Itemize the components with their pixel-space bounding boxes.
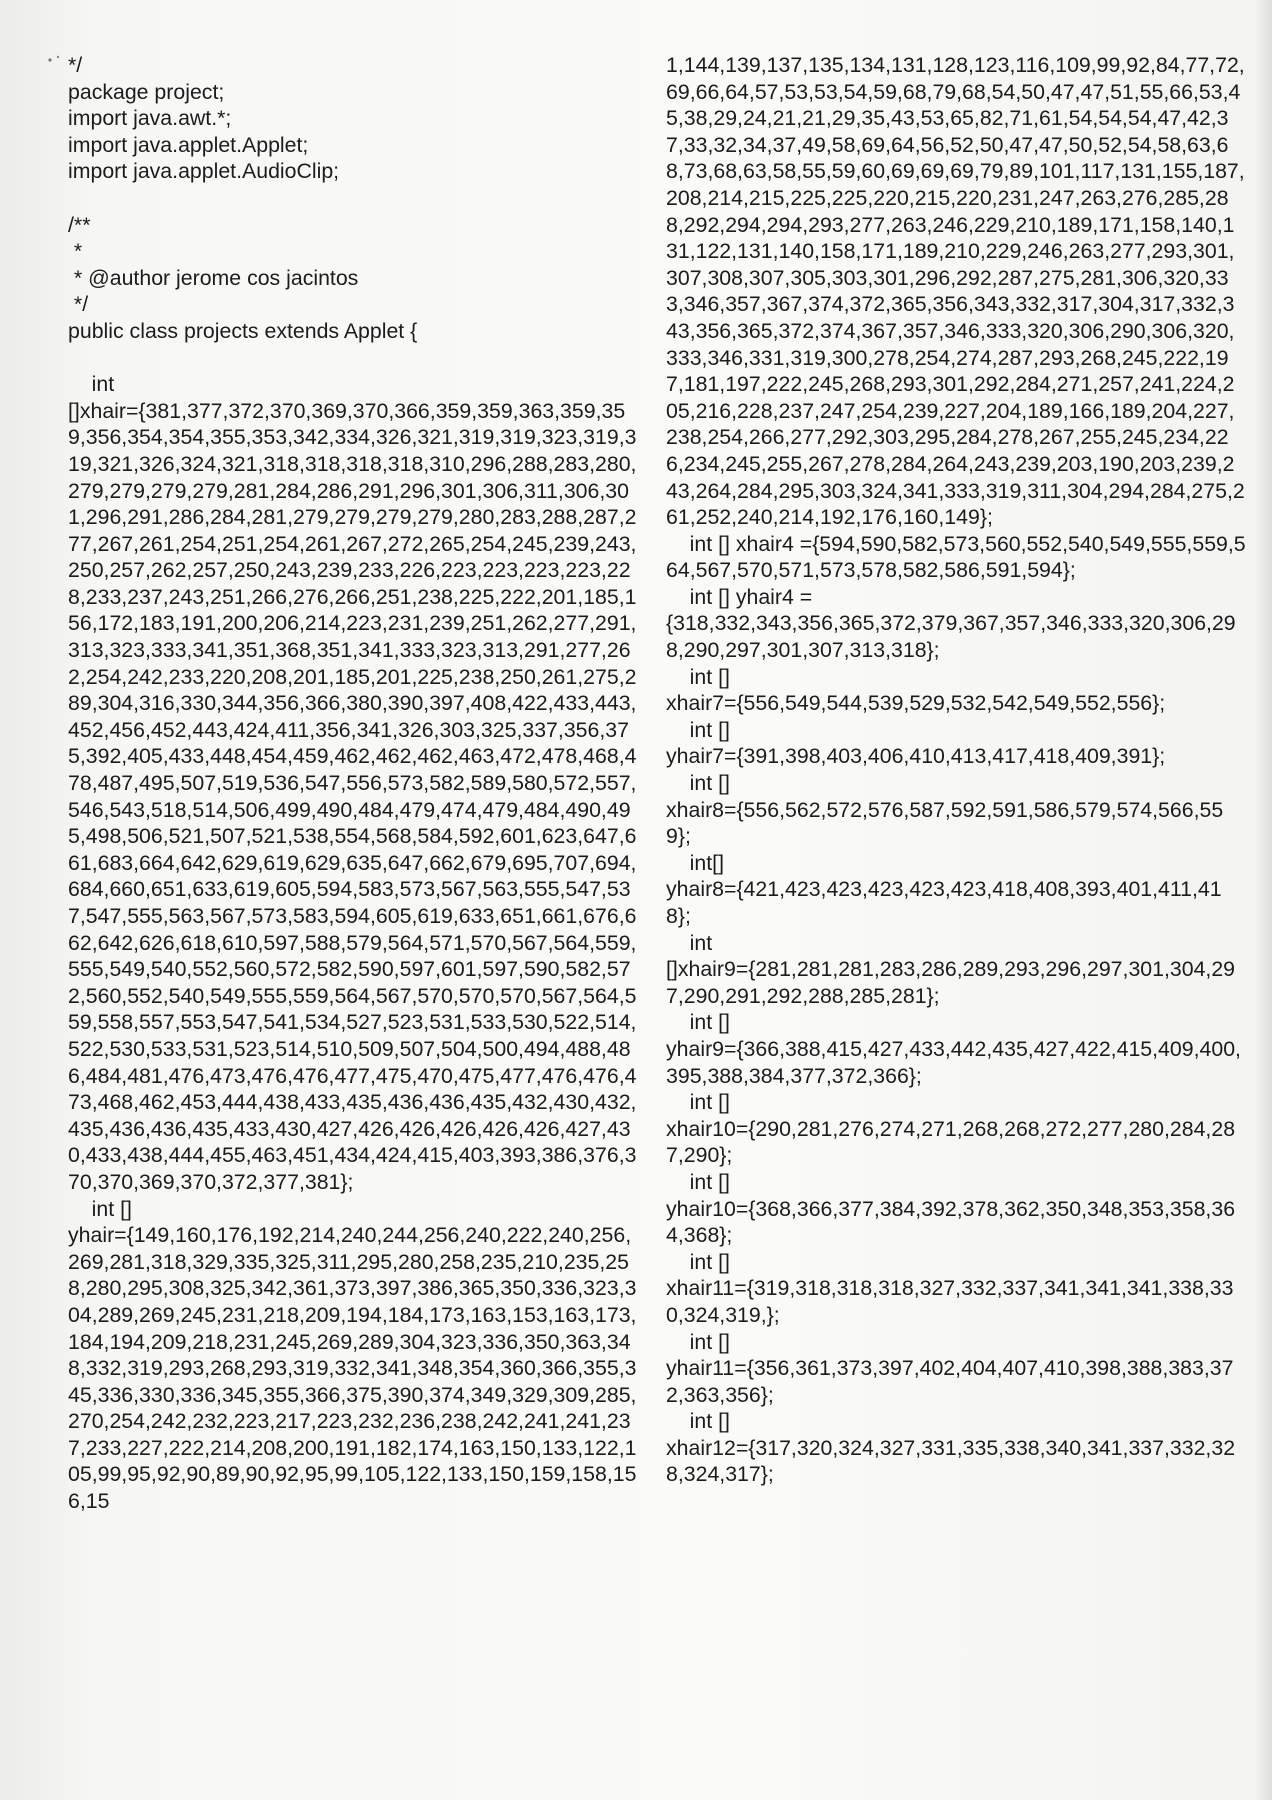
right-code-line: int []	[666, 1090, 730, 1115]
left-code-line: public class projects extends Applet {	[68, 318, 418, 343]
left-code-line	[68, 345, 638, 372]
left-code-line: import java.applet.Applet;	[68, 132, 309, 157]
right-code-line: xhair8={556,562,572,576,587,592,591,586,…	[666, 797, 1224, 849]
right-code-line: yhair7={391,398,403,406,410,413,417,418,…	[666, 744, 1166, 769]
left-code-line: /**	[68, 212, 91, 237]
right-code-line: int []	[666, 1409, 730, 1434]
right-code-line: []xhair9={281,281,281,283,286,289,293,29…	[666, 957, 1236, 1008]
left-code-line: package project;	[68, 79, 225, 104]
right-code-line: {318,332,343,356,365,372,379,367,357,346…	[666, 611, 1236, 663]
left-code-line: import java.awt.*;	[68, 106, 232, 131]
right-code-line: int []	[666, 1329, 730, 1354]
left-code-line: */	[68, 53, 83, 77]
right-code-line: int []	[666, 1010, 730, 1035]
left-code-line: []xhair={381,377,372,370,369,370,366,359…	[68, 398, 637, 1194]
right-code-line: yhair9={366,388,415,427,433,442,435,427,…	[666, 1036, 1241, 1088]
code-column-right: 1,144,139,137,135,134,131,128,123,116,10…	[666, 52, 1246, 1488]
right-code-line: xhair10={290,281,276,274,271,268,268,272…	[666, 1116, 1236, 1168]
right-code-line: yhair11={356,361,373,397,402,404,407,410…	[666, 1356, 1234, 1407]
right-code-line: int [] xhair4 ={594,590,582,573,560,552,…	[666, 531, 1246, 583]
left-code-line: int	[68, 372, 115, 397]
right-code-line: yhair10={368,366,377,384,392,378,362,350…	[666, 1196, 1236, 1248]
right-code-line: xhair7={556,549,544,539,529,532,542,549,…	[666, 691, 1166, 716]
left-code-line: *	[68, 239, 83, 264]
right-code-line: yhair8={421,423,423,423,423,423,418,408,…	[666, 877, 1222, 928]
page-edge-shadow	[1254, 0, 1272, 1800]
right-code-line: int []	[666, 717, 730, 742]
right-code-line: int []	[666, 1169, 730, 1194]
right-code-line: xhair11={319,318,318,318,327,332,337,341…	[666, 1276, 1234, 1327]
right-code-line: int []	[666, 664, 730, 689]
right-code-line: int [] yhair4 =	[666, 584, 813, 609]
code-column-left: */package project; import java.awt.*; impo…	[68, 52, 638, 1515]
right-code-line: int []	[666, 1249, 730, 1274]
scanned-page: */package project; import java.awt.*; impo…	[0, 0, 1272, 1800]
right-code-line: 1,144,139,137,135,134,131,128,123,116,10…	[666, 53, 1245, 530]
right-code-line: xhair12={317,320,324,327,331,335,338,340…	[666, 1435, 1236, 1487]
left-code-line: * @author jerome cos jacintos	[68, 265, 359, 290]
right-code-line: int []	[666, 771, 730, 796]
left-code-line: int []	[68, 1196, 132, 1221]
right-code-line: int	[666, 930, 713, 955]
left-code-line: import java.applet.AudioClip;	[68, 159, 340, 184]
left-code-line	[68, 185, 638, 212]
left-code-line: */	[68, 292, 89, 317]
left-code-line: yhair={149,160,176,192,214,240,244,256,2…	[68, 1223, 637, 1514]
right-code-line: int[]	[666, 850, 724, 875]
